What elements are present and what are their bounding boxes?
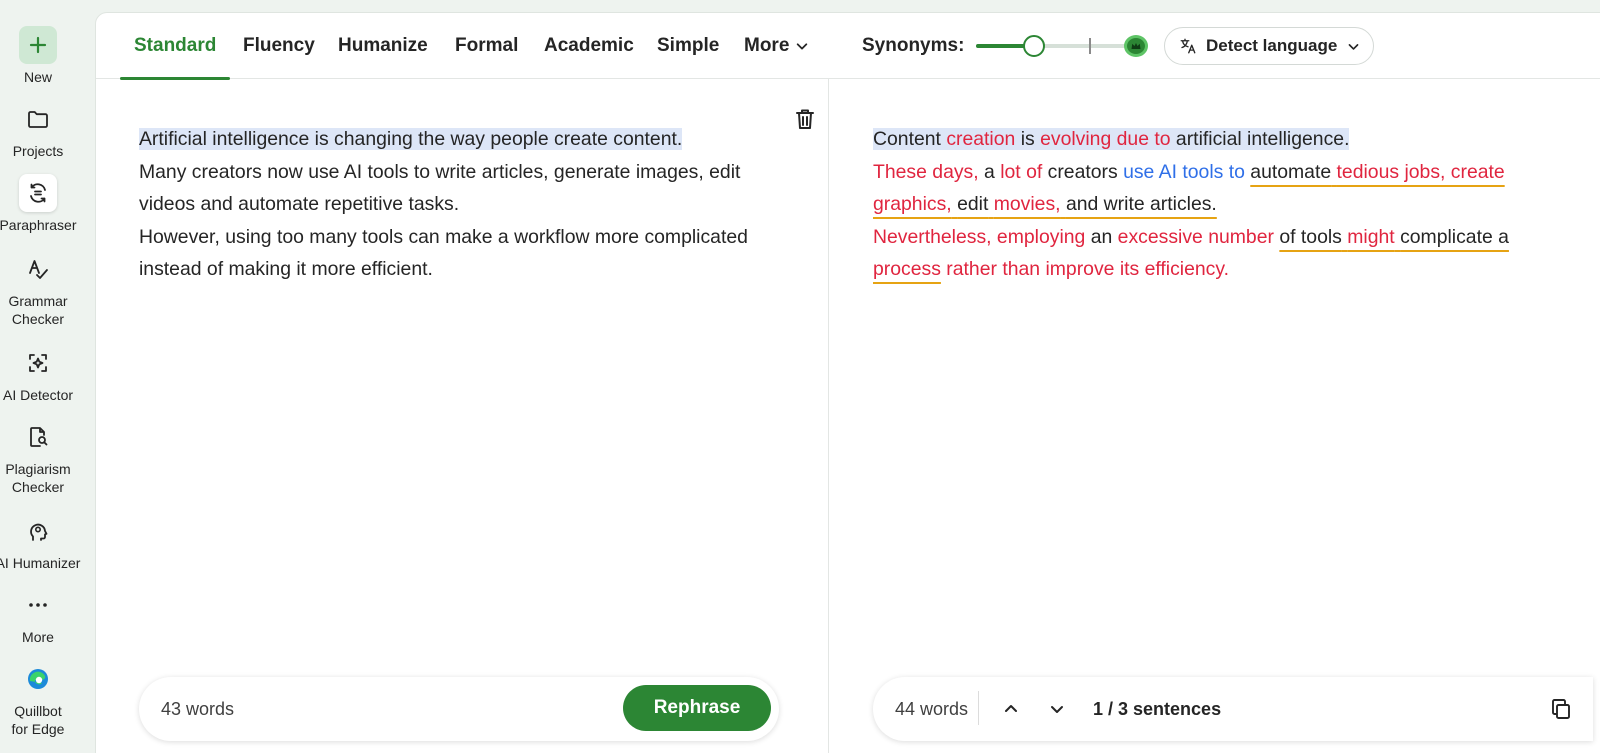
rephrase-button[interactable]: Rephrase bbox=[623, 685, 771, 731]
output-word-count: 44 words bbox=[895, 698, 969, 719]
chevron-down-icon bbox=[1348, 43, 1359, 50]
output-word[interactable]: and write articles. bbox=[1066, 193, 1217, 215]
changed-word[interactable]: These days, bbox=[873, 161, 979, 183]
sidebar-item-projects[interactable]: Projects bbox=[0, 100, 76, 160]
input-footer: 43 words Rephrase bbox=[139, 677, 779, 741]
changed-word[interactable]: movies, bbox=[994, 193, 1061, 215]
humanizer-icon bbox=[19, 512, 57, 550]
synonyms-slider[interactable] bbox=[976, 35, 1156, 57]
input-sentence[interactable]: However, using too many tools can make a… bbox=[139, 226, 748, 281]
translate-icon bbox=[1180, 38, 1196, 54]
language-label: Detect language bbox=[1206, 36, 1338, 55]
output-sentence[interactable]: Content creation is evolving due to arti… bbox=[873, 128, 1350, 150]
output-footer: 44 words 1 / 3 sentences bbox=[873, 677, 1593, 741]
slider-thumb[interactable] bbox=[1023, 35, 1045, 57]
more-dots-icon bbox=[19, 586, 57, 624]
sidebar-item-more[interactable]: More bbox=[0, 586, 76, 646]
changed-word[interactable]: rather than improve its efficiency. bbox=[946, 258, 1229, 280]
chevron-down-icon bbox=[797, 43, 808, 50]
input-sentence[interactable]: Many creators now use AI tools to write … bbox=[139, 161, 740, 216]
folder-icon bbox=[19, 100, 57, 138]
detect-language-button[interactable]: Detect language bbox=[1164, 27, 1374, 65]
pane-divider bbox=[828, 79, 829, 753]
output-word[interactable]: of tools bbox=[1279, 226, 1342, 248]
output-word[interactable]: automate bbox=[1250, 161, 1331, 183]
sidebar-item-grammar-checker[interactable]: Grammar Checker bbox=[0, 250, 76, 328]
output-word[interactable]: artificial intelligence. bbox=[1171, 128, 1350, 150]
input-word-count: 43 words bbox=[161, 698, 235, 719]
output-word[interactable]: complicate a bbox=[1400, 226, 1509, 248]
sidebar-item-paraphraser[interactable]: Paraphraser bbox=[0, 174, 77, 234]
paraphraser-icon bbox=[19, 174, 57, 212]
premium-crown-icon bbox=[1124, 35, 1148, 57]
changed-word[interactable]: might bbox=[1347, 226, 1394, 248]
changed-word[interactable]: creation bbox=[946, 128, 1015, 150]
footer-divider bbox=[978, 691, 979, 725]
copy-icon[interactable] bbox=[1549, 697, 1573, 721]
input-sentence[interactable]: Artificial intelligence is changing the … bbox=[139, 128, 683, 150]
output-word[interactable]: a bbox=[979, 161, 1001, 183]
sidebar-label: Grammar Checker bbox=[8, 293, 68, 327]
structural-change-word[interactable]: use AI tools to bbox=[1123, 161, 1245, 183]
output-word[interactable]: is bbox=[1015, 128, 1040, 150]
output-word[interactable]: an bbox=[1085, 226, 1117, 248]
tab-more-label: More bbox=[744, 35, 790, 56]
paraphraser-panel: Standard Fluency Humanize Formal Academi… bbox=[95, 12, 1600, 753]
changed-word[interactable]: lot of bbox=[1000, 161, 1042, 183]
sidebar-label: More bbox=[22, 629, 54, 645]
output-word[interactable]: Content bbox=[873, 128, 946, 150]
ai-detector-icon bbox=[19, 344, 57, 382]
sidebar-item-quillbot-for-edge[interactable]: Quillbot for Edge bbox=[0, 660, 76, 738]
changed-word[interactable]: evolving due to bbox=[1040, 128, 1170, 150]
grammar-icon bbox=[19, 250, 57, 288]
changed-word[interactable]: excessive number bbox=[1118, 226, 1274, 248]
sidebar-label: Projects bbox=[12, 143, 64, 159]
slider-free-limit-tick bbox=[1089, 38, 1091, 54]
mode-toolbar: Standard Fluency Humanize Formal Academi… bbox=[96, 13, 1600, 80]
chevron-up-icon bbox=[1005, 705, 1017, 712]
plus-icon bbox=[19, 26, 57, 64]
sidebar-label: New bbox=[23, 69, 52, 85]
tab-formal[interactable]: Formal bbox=[441, 13, 532, 79]
tab-fluency[interactable]: Fluency bbox=[229, 13, 329, 79]
output-word[interactable]: edit bbox=[957, 193, 988, 215]
tab-more[interactable]: More bbox=[730, 13, 823, 79]
chevron-down-icon bbox=[1051, 706, 1063, 713]
plagiarism-icon bbox=[19, 418, 57, 456]
edge-icon bbox=[19, 660, 57, 698]
sidebar-item-new[interactable]: New bbox=[0, 26, 76, 86]
sentence-counter: 1 / 3 sentences bbox=[1093, 698, 1222, 719]
next-sentence-button[interactable] bbox=[1042, 694, 1072, 724]
sidebar-label: Plagiarism Checker bbox=[5, 461, 71, 495]
tab-standard[interactable]: Standard bbox=[120, 13, 231, 80]
output-sentence[interactable]: These days, a lot of creators use AI too… bbox=[873, 161, 1505, 216]
synonyms-label: Synonyms: bbox=[862, 35, 965, 56]
output-text-area: Content creation is evolving due to arti… bbox=[873, 123, 1533, 286]
sidebar-label: AI Detector bbox=[2, 387, 74, 403]
input-text-area[interactable]: Artificial intelligence is changing the … bbox=[139, 123, 779, 286]
sidebar-item-ai-detector[interactable]: AI Detector bbox=[0, 344, 76, 404]
output-word[interactable]: creators bbox=[1042, 161, 1123, 183]
tab-humanize[interactable]: Humanize bbox=[324, 13, 442, 79]
changed-word[interactable]: Nevertheless, employing bbox=[873, 226, 1085, 248]
sidebar: New Projects Paraphraser Grammar Checker… bbox=[0, 0, 95, 753]
sidebar-label: Paraphraser bbox=[0, 217, 77, 233]
changed-word[interactable]: process bbox=[873, 258, 941, 280]
tab-simple[interactable]: Simple bbox=[643, 13, 733, 79]
sidebar-item-ai-humanizer[interactable]: AI Humanizer bbox=[0, 512, 80, 572]
sidebar-label: AI Humanizer bbox=[0, 555, 81, 571]
sidebar-item-plagiarism-checker[interactable]: Plagiarism Checker bbox=[0, 418, 76, 496]
sidebar-label: Quillbot for Edge bbox=[11, 703, 65, 737]
tab-academic[interactable]: Academic bbox=[530, 13, 648, 79]
previous-sentence-button[interactable] bbox=[996, 694, 1026, 724]
trash-icon[interactable] bbox=[794, 107, 816, 131]
output-sentence[interactable]: Nevertheless, employing an excessive num… bbox=[873, 226, 1509, 281]
